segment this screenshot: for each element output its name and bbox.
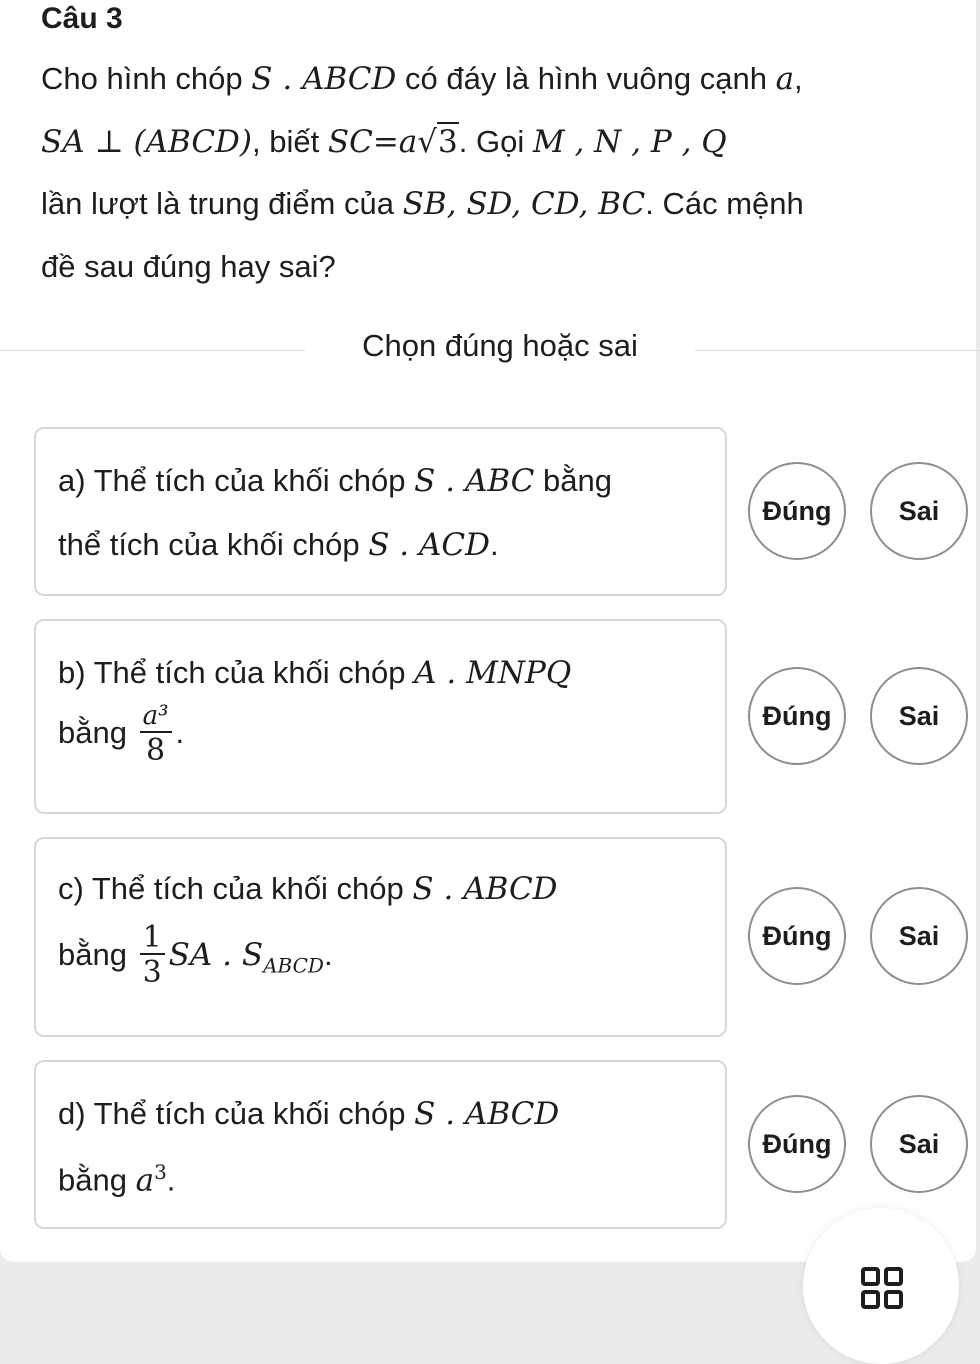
statement-math: S . ABCD [412, 871, 558, 907]
question-math: (ABCD) [133, 123, 253, 160]
statement-d: d) Thể tích của khối chóp S . ABCD bằng … [34, 1060, 727, 1229]
question-fragment: đề sau đúng hay sai? [41, 248, 336, 284]
statement-fragment: bằng [534, 463, 612, 498]
question-math: ⊥ [84, 123, 134, 160]
grid-icon[interactable] [860, 1266, 904, 1310]
question-line-4: đề sau đúng hay sai? [41, 236, 951, 299]
question-math: SB, SD, CD, BC [402, 186, 646, 222]
question-math: a [398, 123, 418, 160]
statement-math: A . MNPQ [414, 655, 572, 691]
statement-math: S . ABCD [414, 1096, 560, 1132]
false-button-c[interactable]: Sai [870, 887, 968, 985]
statement-fragment: thể tích của khối chóp [58, 527, 369, 562]
statement-fragment: bằng [58, 937, 136, 973]
statement-math: S . ABC [414, 463, 535, 499]
question-fragment: . Các mệnh [645, 186, 804, 221]
statement-fragment: c) Thể tích của khối chóp [58, 871, 413, 906]
false-button-b[interactable]: Sai [870, 667, 968, 765]
question-title: Câu 3 [41, 2, 123, 35]
false-button-d[interactable]: Sai [870, 1095, 968, 1193]
question-math: S . ABCD [251, 61, 397, 97]
statement-fragment: bằng [58, 1162, 136, 1198]
question-math: M , N , P , Q [532, 123, 727, 160]
true-button-a[interactable]: Đúng [748, 462, 846, 560]
statement-line: bằng a3. [58, 1160, 175, 1198]
question-card: Câu 3 Cho hình chóp S . ABCD có đáy là h… [0, 0, 980, 1262]
statement-fragment: . [489, 527, 499, 562]
section-label: Chọn đúng hoặc sai [362, 328, 638, 363]
statement-fragment: b) Thể tích của khối chóp [58, 655, 415, 690]
statement-fragment: . [323, 937, 333, 973]
true-button-b[interactable]: Đúng [748, 667, 846, 765]
question-fragment: , biết [252, 123, 328, 159]
fraction-denominator: 8 [139, 731, 172, 769]
statement-fragment: . [166, 1162, 176, 1198]
statement-line: bằng a³ 8. [58, 701, 184, 769]
statement-fragment: . [175, 715, 185, 751]
statement-fragment: d) Thể tích của khối chóp [58, 1096, 415, 1131]
statement-line: bằng 1 3 SA . SABCD. [58, 923, 333, 991]
divider-right [695, 350, 980, 351]
statement-line: a) Thể tích của khối chóp S . ABC bằng [58, 463, 612, 499]
statement-superscript: 3 [154, 1160, 167, 1184]
fraction-numerator: 1 [142, 920, 162, 955]
statement-a: a) Thể tích của khối chóp S . ABC bằng t… [34, 427, 727, 596]
question-line-2: SA ⊥ (ABCD), biết SC=a√3. Gọi M , N , P … [41, 111, 951, 174]
fraction-numerator: a³ [142, 701, 169, 731]
statement-fragment: a) Thể tích của khối chóp [58, 463, 415, 498]
question-math: = [372, 123, 399, 160]
question-math: a [775, 61, 795, 97]
question-fragment: . Gọi [458, 123, 533, 159]
question-fragment: có đáy là hình vuông cạnh [396, 61, 776, 96]
statement-b: b) Thể tích của khối chóp A . MNPQ bằng … [34, 619, 727, 814]
statement-math: a [135, 1162, 155, 1199]
question-math: SA [41, 123, 85, 160]
statement-line: thể tích của khối chóp S . ACD. [58, 527, 499, 563]
statement-line: d) Thể tích của khối chóp S . ABCD [58, 1096, 559, 1132]
divider-left [0, 350, 305, 351]
question-line-3: lần lượt là trung điểm của SB, SD, CD, B… [41, 173, 951, 236]
statement-math: SA . S [168, 937, 264, 974]
question-fragment: lần lượt là trung điểm của [41, 186, 403, 221]
question-fragment: Cho hình chóp [41, 61, 252, 96]
statement-c: c) Thể tích của khối chóp S . ABCD bằng … [34, 837, 727, 1037]
question-text: Cho hình chóp S . ABCD có đáy là hình vu… [41, 48, 951, 298]
true-button-c[interactable]: Đúng [748, 887, 846, 985]
true-button-d[interactable]: Đúng [748, 1095, 846, 1193]
statement-line: c) Thể tích của khối chóp S . ABCD [58, 871, 558, 907]
sqrt-symbol: √ [417, 123, 438, 160]
false-button-a[interactable]: Sai [870, 462, 968, 560]
statement-fragment: bằng [58, 715, 136, 751]
question-line-1: Cho hình chóp S . ABCD có đáy là hình vu… [41, 48, 951, 111]
fraction: a³ 8 [139, 701, 172, 769]
statement-line: b) Thể tích của khối chóp A . MNPQ [58, 655, 571, 691]
question-math: SC [327, 123, 373, 160]
question-math: 3 [437, 121, 459, 160]
statement-subscript: ABCD [263, 953, 324, 978]
question-fragment: , [794, 61, 803, 96]
fraction-denominator: 3 [139, 953, 165, 991]
statement-math: S . ACD [368, 527, 490, 563]
fraction: 13 [139, 920, 165, 991]
